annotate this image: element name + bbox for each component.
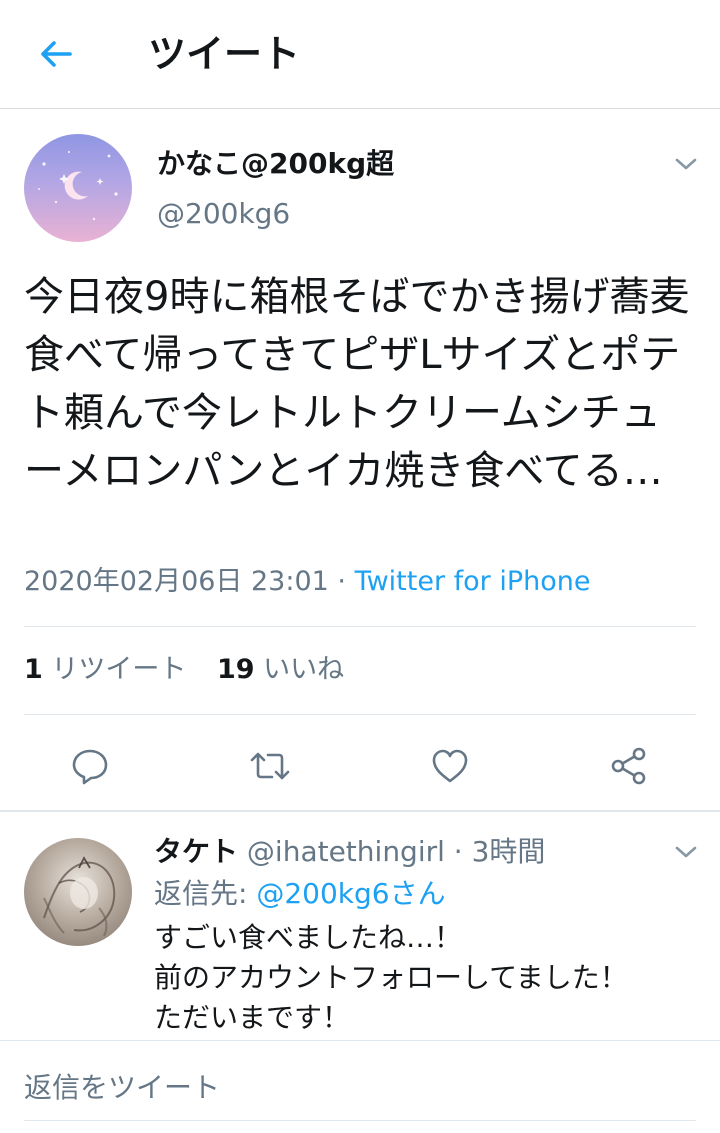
reply-author-handle[interactable]: @ihatethingirl bbox=[247, 835, 445, 868]
share-icon bbox=[611, 747, 646, 785]
section-divider bbox=[0, 810, 720, 812]
replying-to-label: 返信先: bbox=[154, 877, 257, 910]
page-title: ツイート bbox=[148, 32, 301, 76]
reply-menu-button[interactable] bbox=[670, 838, 702, 866]
reply-time: · 3時間 bbox=[444, 835, 546, 868]
chevron-down-icon bbox=[675, 846, 697, 858]
sketch-avatar-icon bbox=[43, 856, 116, 937]
reply-author-name[interactable]: タケト bbox=[154, 835, 238, 868]
tweet-menu-button[interactable] bbox=[670, 150, 702, 178]
author-name[interactable]: かなこ@200kg超 bbox=[157, 146, 394, 182]
chevron-down-icon bbox=[675, 158, 697, 170]
reply-text-line: すごい食べましたね…！ bbox=[154, 921, 463, 954]
reply-header: タケト @ihatethingirl · 3時間 bbox=[154, 832, 545, 872]
reply-button[interactable] bbox=[68, 744, 112, 788]
reply-compose-input[interactable]: 返信をツイート bbox=[24, 1068, 220, 1108]
retweet-count: 1 bbox=[24, 654, 43, 685]
compose-underline bbox=[24, 1120, 696, 1121]
divider bbox=[0, 1040, 720, 1041]
retweet-icon bbox=[250, 752, 290, 780]
tweet-actions bbox=[0, 736, 720, 796]
reply-text-line: 前のアカウントフォローしてました！ bbox=[154, 961, 628, 994]
tweet-text: 今日夜9時に箱根そばでかき揚げ蕎麦食べて帰ってきてピザLサイズとポテト頼んで今レ… bbox=[24, 274, 690, 494]
reply-avatar[interactable] bbox=[24, 838, 132, 946]
heart-icon bbox=[432, 749, 468, 783]
moon-avatar-icon bbox=[38, 150, 118, 221]
retweet-button[interactable] bbox=[248, 744, 292, 788]
arrow-left-icon bbox=[41, 41, 72, 67]
reply-text: すごい食べましたね…！ 前のアカウントフォローしてました！ ただいまです！ bbox=[154, 918, 704, 1038]
meta-separator: · bbox=[328, 566, 355, 597]
author-handle[interactable]: @200kg6 bbox=[157, 196, 290, 232]
retweet-label: リツイート bbox=[51, 654, 187, 685]
replying-to-mention[interactable]: @200kg6さん bbox=[256, 877, 445, 910]
reply-icon bbox=[72, 749, 108, 785]
like-count-link[interactable]: 19 いいね bbox=[217, 652, 344, 688]
tweet-timestamp[interactable]: 2020年02月06日 23:01 bbox=[24, 566, 329, 597]
header-bar: ツイート bbox=[0, 0, 720, 109]
tweet-stats: 1 リツイート 19 いいね bbox=[24, 652, 366, 688]
retweet-count-link[interactable]: 1 リツイート bbox=[24, 652, 186, 688]
divider bbox=[24, 626, 696, 627]
like-button[interactable] bbox=[428, 744, 472, 788]
divider bbox=[24, 714, 696, 715]
tweet-source-link[interactable]: Twitter for iPhone bbox=[355, 566, 591, 597]
share-button[interactable] bbox=[607, 744, 651, 788]
reply-text-line: ただいまです！ bbox=[154, 1001, 351, 1034]
like-count: 19 bbox=[216, 654, 255, 685]
like-label: いいね bbox=[263, 654, 345, 685]
replying-to: 返信先: @200kg6さん bbox=[154, 874, 446, 914]
author-avatar[interactable] bbox=[24, 134, 132, 242]
back-button[interactable] bbox=[30, 30, 82, 78]
tweet-meta: 2020年02月06日 23:01 · Twitter for iPhone bbox=[24, 564, 591, 600]
